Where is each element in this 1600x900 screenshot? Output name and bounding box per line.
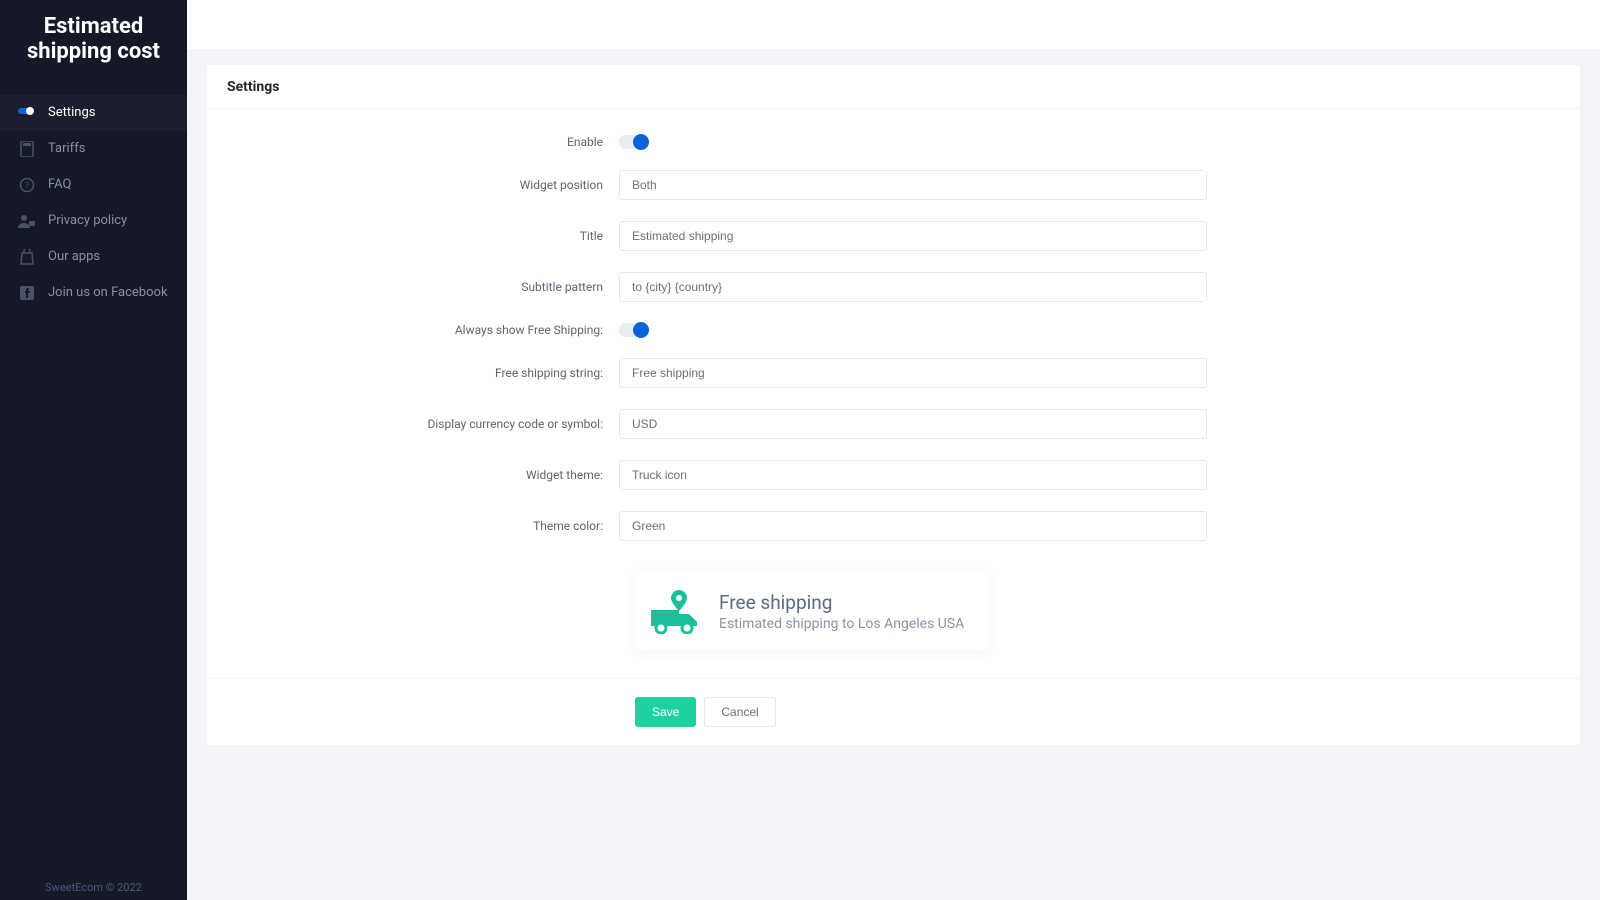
sidebar-item-label: Settings xyxy=(48,105,95,120)
currency-select[interactable] xyxy=(619,409,1207,439)
preview-title: Free shipping xyxy=(719,591,964,614)
sidebar-item-settings[interactable]: Settings xyxy=(0,95,187,131)
row-widget-position: Widget position xyxy=(227,170,1560,200)
toggle-knob xyxy=(633,134,649,150)
row-title: Title xyxy=(227,221,1560,251)
app-title-line2: shipping cost xyxy=(10,39,177,64)
label-widget-position: Widget position xyxy=(227,178,619,192)
sidebar-item-label: Join us on Facebook xyxy=(48,285,168,300)
label-currency: Display currency code or symbol: xyxy=(227,417,619,431)
row-theme-color: Theme color: xyxy=(227,511,1560,541)
cancel-button[interactable]: Cancel xyxy=(704,697,775,727)
row-currency: Display currency code or symbol: xyxy=(227,409,1560,439)
label-always-free: Always show Free Shipping: xyxy=(227,323,619,337)
sidebar-item-facebook[interactable]: Join us on Facebook xyxy=(0,275,187,311)
sidebar-item-privacy[interactable]: Privacy policy xyxy=(0,203,187,239)
row-enable: Enable xyxy=(227,135,1560,149)
sidebar-item-tariffs[interactable]: Tariffs xyxy=(0,131,187,167)
widget-preview: Free shipping Estimated shipping to Los … xyxy=(635,572,988,650)
sidebar-item-label: Our apps xyxy=(48,249,100,264)
row-always-free: Always show Free Shipping: xyxy=(227,323,1560,337)
theme-color-select[interactable] xyxy=(619,511,1207,541)
svg-text:?: ? xyxy=(25,181,29,191)
app-title-line1: Estimated xyxy=(10,14,177,39)
title-input[interactable] xyxy=(619,221,1207,251)
question-circle-icon: ? xyxy=(18,176,36,194)
settings-form: Enable Widget position Title xyxy=(207,109,1580,678)
label-title: Title xyxy=(227,229,619,243)
label-enable: Enable xyxy=(227,135,619,149)
row-subtitle-pattern: Subtitle pattern xyxy=(227,272,1560,302)
sidebar-item-label: Privacy policy xyxy=(48,213,127,228)
sidebar-footer: SweetEcom © 2022 xyxy=(0,871,187,900)
preview-text: Free shipping Estimated shipping to Los … xyxy=(719,591,964,632)
bag-icon xyxy=(18,248,36,266)
label-theme-color: Theme color: xyxy=(227,519,619,533)
slider-icon xyxy=(18,104,36,122)
form-footer: Save Cancel xyxy=(207,678,1580,745)
subtitle-pattern-input[interactable] xyxy=(619,272,1207,302)
sidebar-item-ourapps[interactable]: Our apps xyxy=(0,239,187,275)
facebook-icon xyxy=(18,284,36,302)
always-free-toggle[interactable] xyxy=(619,323,649,337)
label-subtitle-pattern: Subtitle pattern xyxy=(227,280,619,294)
settings-card: Settings Enable Widget position xyxy=(207,65,1580,745)
sidebar-item-faq[interactable]: ? FAQ xyxy=(0,167,187,203)
label-free-shipping-string: Free shipping string: xyxy=(227,366,619,380)
page-heading: Settings xyxy=(207,65,1580,109)
sidebar-nav: Settings Tariffs ? FAQ Privacy policy Ou… xyxy=(0,77,187,311)
content: Settings Enable Widget position xyxy=(187,49,1600,769)
app-title: Estimated shipping cost xyxy=(0,0,187,77)
sidebar-item-label: FAQ xyxy=(48,177,71,192)
main: Settings Enable Widget position xyxy=(187,0,1600,900)
widget-theme-select[interactable] xyxy=(619,460,1207,490)
row-widget-theme: Widget theme: xyxy=(227,460,1560,490)
calculator-icon xyxy=(18,140,36,158)
topbar xyxy=(187,0,1600,49)
sidebar-item-label: Tariffs xyxy=(48,141,85,156)
row-free-shipping-string: Free shipping string: xyxy=(227,358,1560,388)
preview-subtitle: Estimated shipping to Los Angeles USA xyxy=(719,616,964,632)
save-button[interactable]: Save xyxy=(635,697,696,727)
free-shipping-string-input[interactable] xyxy=(619,358,1207,388)
truck-pin-icon xyxy=(649,588,701,634)
enable-toggle[interactable] xyxy=(619,135,649,149)
user-lock-icon xyxy=(18,212,36,230)
label-widget-theme: Widget theme: xyxy=(227,468,619,482)
toggle-knob xyxy=(633,322,649,338)
widget-position-select[interactable] xyxy=(619,170,1207,200)
sidebar: Estimated shipping cost Settings Tariffs… xyxy=(0,0,187,900)
